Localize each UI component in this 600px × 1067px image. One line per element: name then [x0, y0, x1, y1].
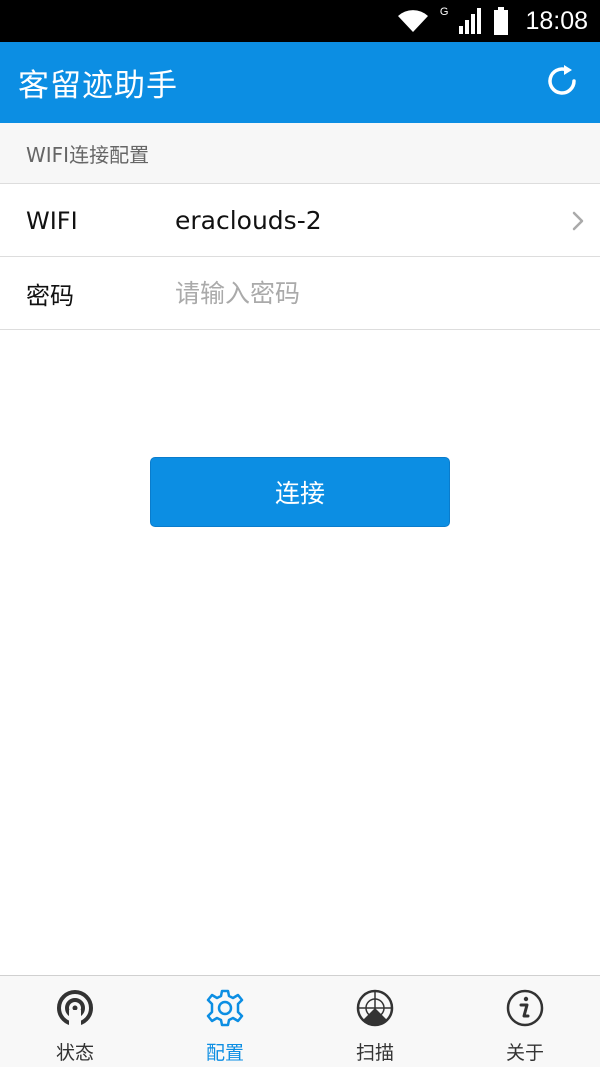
wifi-icon: [396, 8, 430, 34]
signal-icon: [459, 8, 483, 34]
nav-label-about: 关于: [505, 1042, 544, 1064]
wifi-label: WIFI: [26, 206, 78, 235]
nav-item-config[interactable]: 配置: [150, 976, 300, 1067]
network-type-label: G: [439, 6, 449, 18]
refresh-button[interactable]: [542, 63, 582, 103]
status-bar: G 18:08: [0, 0, 600, 42]
nav-label-config: 配置: [205, 1042, 244, 1064]
bottom-nav: 状态 配置 扫描 关于: [0, 975, 600, 1067]
section-header: WIFI连接配置: [0, 123, 600, 184]
wifi-value: eraclouds-2: [175, 206, 322, 235]
app-bar: 客留迹助手: [0, 42, 600, 123]
wifi-select-row[interactable]: WIFI eraclouds-2: [0, 185, 600, 257]
status-time: 18:08: [525, 6, 588, 35]
refresh-icon: [544, 63, 580, 103]
nav-label-status: 状态: [55, 1042, 94, 1064]
chevron-right-icon: [556, 210, 600, 232]
nav-item-status[interactable]: 状态: [0, 976, 150, 1067]
gear-icon: [205, 988, 245, 1028]
info-icon: [505, 988, 545, 1028]
app-title: 客留迹助手: [18, 68, 178, 104]
nav-item-about[interactable]: 关于: [450, 976, 600, 1067]
nav-item-scan[interactable]: 扫描: [300, 976, 450, 1067]
password-input[interactable]: [175, 279, 600, 308]
nav-label-scan: 扫描: [355, 1042, 394, 1064]
password-label: 密码: [26, 282, 74, 310]
connect-button[interactable]: 连接: [150, 457, 450, 527]
radar-icon: [355, 988, 395, 1028]
password-row: 密码: [0, 258, 600, 330]
battery-icon: [493, 7, 509, 35]
broadcast-icon: [55, 988, 95, 1028]
